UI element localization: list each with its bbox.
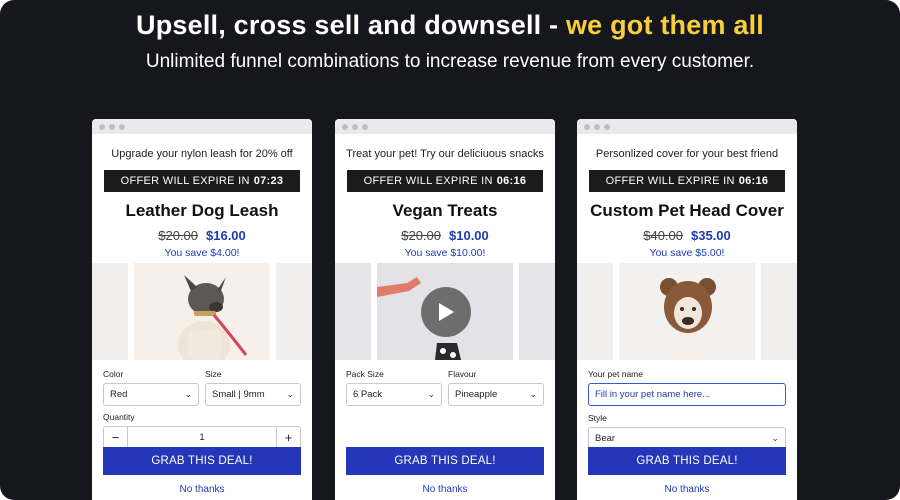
new-price: $16.00 (206, 228, 246, 243)
chevron-down-icon: ⌄ (184, 389, 192, 399)
window-bar (577, 119, 797, 134)
timer-label: OFFER WILL EXPIRE IN (120, 175, 250, 187)
offer-card-head-cover: Personlized cover for your best friend O… (577, 119, 797, 500)
color-value: Red (110, 389, 128, 400)
product-title: Leather Dog Leash (125, 201, 279, 220)
flavour-value: Pineapple (455, 389, 498, 400)
dog-in-bear-hood-icon (619, 263, 755, 360)
quantity-plus-button[interactable]: + (276, 427, 300, 448)
no-thanks-link[interactable]: No thanks (335, 484, 555, 495)
quantity-label: Quantity (103, 412, 135, 422)
pet-name-label: Your pet name (588, 369, 643, 379)
offer-caption: Treat your pet! Try our deliciuous snack… (346, 148, 544, 160)
quantity-stepper: − 1 + (103, 426, 301, 449)
pet-name-input[interactable]: Fill in your pet name here... (588, 383, 786, 406)
pack-size-value: 6 Pack (353, 389, 383, 400)
countdown-timer: OFFER WILL EXPIRE IN 06:16 (589, 170, 785, 192)
offer-caption: Personlized cover for your best friend (595, 148, 779, 160)
window-dot (352, 123, 358, 130)
product-image-bear-hood (619, 263, 755, 360)
new-price: $10.00 (449, 228, 489, 243)
grab-deal-button[interactable]: GRAB THIS DEAL! (346, 447, 544, 475)
price-row: $20.00 $16.00 (92, 228, 312, 243)
new-price: $35.00 (691, 228, 731, 243)
headline-main: Upsell, cross sell and downsell - (136, 10, 566, 40)
quantity-minus-button[interactable]: − (104, 427, 128, 448)
product-gallery (92, 263, 312, 360)
promo-banner: Upsell, cross sell and downsell - we got… (0, 0, 900, 500)
window-dot (594, 123, 600, 130)
offer-card-treats: Treat your pet! Try our deliciuous snack… (335, 119, 555, 500)
timer-value: 06:16 (738, 175, 769, 187)
subheadline: Unlimited funnel combinations to increas… (145, 51, 755, 72)
product-gallery (577, 263, 797, 360)
window-dot (362, 123, 368, 130)
grab-deal-button[interactable]: GRAB THIS DEAL! (103, 447, 301, 475)
old-price: $40.00 (643, 228, 683, 243)
grab-deal-button[interactable]: GRAB THIS DEAL! (588, 447, 786, 475)
headline-highlight: we got them all (565, 10, 764, 40)
timer-label: OFFER WILL EXPIRE IN (605, 175, 735, 187)
old-price: $20.00 (401, 228, 441, 243)
window-dot (342, 123, 348, 130)
product-title: Custom Pet Head Cover (590, 201, 784, 220)
price-row: $40.00 $35.00 (577, 228, 797, 243)
play-icon[interactable] (421, 287, 471, 337)
pack-size-label: Pack Size (346, 369, 384, 379)
product-title: Vegan Treats (392, 201, 498, 220)
window-dot (584, 123, 590, 130)
old-price: $20.00 (158, 228, 198, 243)
options-form: Color Red ⌄ Size Small | 9mm ⌄ Quantity − … (103, 369, 301, 449)
savings-text: You save $10.00! (404, 247, 486, 259)
window-dot (109, 123, 115, 130)
window-bar (92, 119, 312, 134)
pack-size-select[interactable]: 6 Pack ⌄ (346, 383, 442, 406)
product-video[interactable] (377, 263, 513, 360)
flavour-label: Flavour (448, 369, 477, 379)
color-select[interactable]: Red ⌄ (103, 383, 199, 406)
window-dot (119, 123, 125, 130)
gallery-prev-thumb[interactable] (335, 263, 371, 360)
timer-value: 07:23 (253, 175, 284, 187)
size-select[interactable]: Small | 9mm ⌄ (205, 383, 301, 406)
window-bar (335, 119, 555, 134)
quantity-value[interactable]: 1 (128, 427, 276, 448)
gallery-next-thumb[interactable] (761, 263, 797, 360)
window-dot (604, 123, 610, 130)
headline: Upsell, cross sell and downsell - we got… (0, 10, 900, 41)
options-form: Pack Size 6 Pack ⌄ Flavour Pineapple ⌄ (346, 369, 544, 406)
savings-text: You save $5.00! (649, 247, 725, 259)
chevron-down-icon: ⌄ (771, 433, 779, 443)
chevron-down-icon: ⌄ (286, 389, 294, 399)
play-triangle-icon (439, 303, 454, 321)
product-image-dog-leash (134, 263, 270, 360)
gallery-prev-thumb[interactable] (577, 263, 613, 360)
options-form: Your pet name Fill in your pet name here… (588, 369, 786, 450)
size-label: Size (205, 369, 222, 379)
price-row: $20.00 $10.00 (335, 228, 555, 243)
size-value: Small | 9mm (212, 389, 265, 400)
chevron-down-icon: ⌄ (427, 389, 435, 399)
gallery-next-thumb[interactable] (276, 263, 312, 360)
dog-with-leash-icon (134, 263, 270, 360)
window-dot (99, 123, 105, 130)
countdown-timer: OFFER WILL EXPIRE IN 06:16 (347, 170, 543, 192)
color-label: Color (103, 369, 124, 379)
countdown-timer: OFFER WILL EXPIRE IN 07:23 (104, 170, 300, 192)
offer-caption: Upgrade your nylon leash for 20% off (111, 148, 293, 160)
no-thanks-link[interactable]: No thanks (577, 484, 797, 495)
product-gallery (335, 263, 555, 360)
savings-text: You save $4.00! (164, 247, 240, 259)
no-thanks-link[interactable]: No thanks (92, 484, 312, 495)
timer-value: 06:16 (496, 175, 527, 187)
style-label: Style (588, 413, 607, 423)
timer-label: OFFER WILL EXPIRE IN (363, 175, 493, 187)
offer-card-leash: Upgrade your nylon leash for 20% off OFF… (92, 119, 312, 500)
chevron-down-icon: ⌄ (529, 389, 537, 399)
gallery-prev-thumb[interactable] (92, 263, 128, 360)
gallery-next-thumb[interactable] (519, 263, 555, 360)
style-value: Bear (595, 433, 616, 444)
flavour-select[interactable]: Pineapple ⌄ (448, 383, 544, 406)
